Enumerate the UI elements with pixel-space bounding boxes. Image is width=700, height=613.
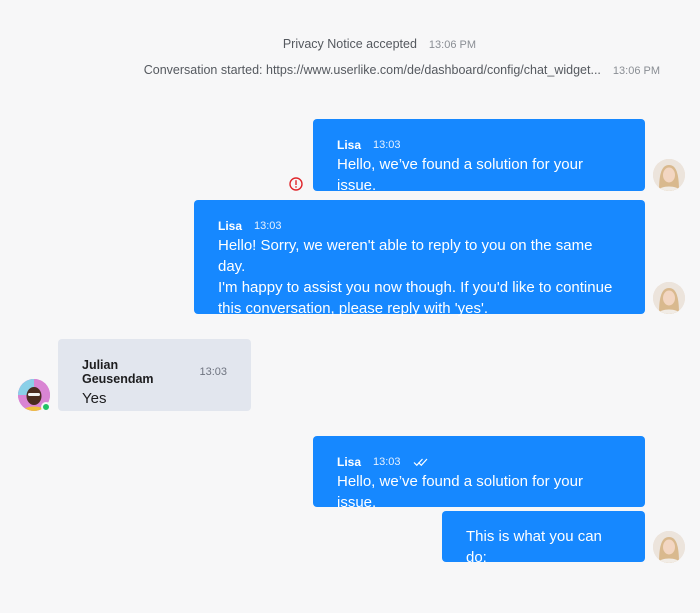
chat-transcript: Privacy Notice accepted 13:06 PM Convers… <box>0 0 700 613</box>
error-icon[interactable] <box>289 177 303 191</box>
double-check-icon <box>413 458 427 467</box>
agent-message-bubble[interactable]: Lisa 13:03 Hello, we’ve found a solution… <box>313 119 645 194</box>
message-line: I'm happy to assist you now though. If y… <box>218 279 613 296</box>
agent-avatar <box>653 531 685 563</box>
message-time: 13:03 <box>373 139 401 151</box>
agent-message-bubble[interactable]: Lisa 13:03 Hello, we’ve found a solution… <box>313 436 645 511</box>
agent-message-bubble[interactable]: This is what you can do: <box>442 511 645 566</box>
online-status-dot <box>41 402 51 412</box>
message-time: 13:03 <box>373 456 401 468</box>
sender-name: Lisa <box>337 455 362 469</box>
avatar-portrait-icon <box>653 282 685 314</box>
message-time: 13:03 <box>254 220 282 232</box>
message-text: Hello! Sorry, we weren't able to reply t… <box>218 235 621 319</box>
system-message-time: 13:06 PM <box>612 65 660 77</box>
message-text: Hello, we’ve found a solution for your i… <box>337 156 583 194</box>
visitor-message-bubble[interactable]: Julian Geusendam 13:03 Yes <box>58 339 251 411</box>
system-message-privacy: Privacy Notice accepted 13:06 PM <box>283 37 476 51</box>
message-time: 13:03 <box>199 366 227 378</box>
agent-avatar <box>653 159 685 191</box>
sender-name: Lisa <box>218 219 243 233</box>
agent-message-bubble[interactable]: Lisa 13:03 Hello! Sorry, we weren't able… <box>194 200 645 317</box>
agent-avatar <box>653 282 685 314</box>
sender-name: Lisa <box>337 138 362 152</box>
avatar-portrait-icon <box>653 531 685 563</box>
system-message-text: Privacy Notice accepted <box>282 37 417 51</box>
system-message-conversation-started: Conversation started: https://www.userli… <box>144 63 660 77</box>
message-line: this conversation, please reply with 'ye… <box>218 300 489 317</box>
system-message-text[interactable]: Conversation started: https://www.userli… <box>144 63 601 77</box>
system-message-time: 13:06 PM <box>428 39 476 51</box>
message-text: Hello, we’ve found a solution for your i… <box>337 473 583 511</box>
sender-name: Julian Geusendam <box>82 358 154 386</box>
message-text: This is what you can do: <box>466 528 602 566</box>
message-line: Hello! Sorry, we weren't able to reply t… <box>218 237 593 275</box>
avatar-portrait-icon <box>653 159 685 191</box>
message-text: Yes <box>82 390 107 407</box>
